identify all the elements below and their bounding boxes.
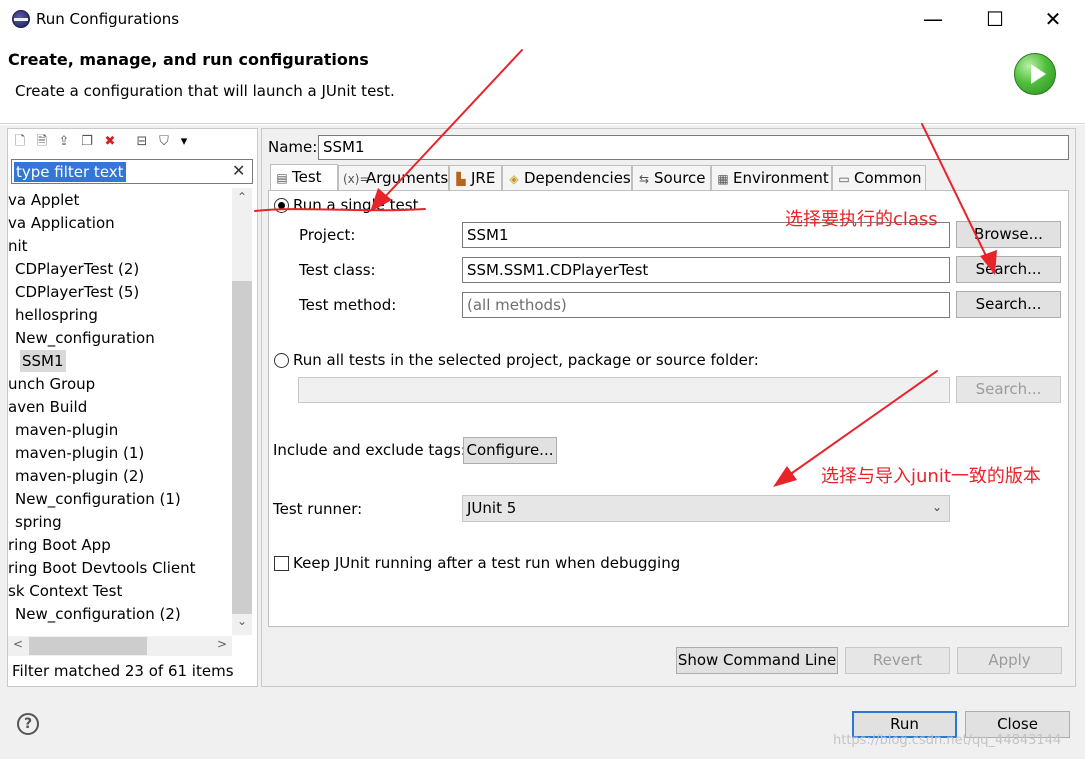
test-method-field[interactable]: (all methods) <box>462 292 950 318</box>
scroll-down-icon[interactable]: ⌄ <box>232 614 252 628</box>
watermark: https://blog.csdn.net/qq_44843144 <box>833 733 1062 748</box>
configuration-list: va Applet va Application nit CDPlayerTest (… <box>8 188 232 635</box>
show-command-line-button[interactable]: Show Command Line <box>676 647 838 674</box>
scroll-left-icon[interactable]: < <box>8 637 28 651</box>
vertical-scroll-thumb[interactable] <box>232 281 252 614</box>
list-item[interactable]: New_configuration (2) <box>15 603 181 625</box>
list-item[interactable]: SSM1 <box>20 350 66 372</box>
chevron-down-icon[interactable]: ⌄ <box>932 500 942 514</box>
list-item[interactable]: maven-plugin (2) <box>15 465 144 487</box>
list-item[interactable]: unch Group <box>8 373 95 395</box>
test-class-field[interactable]: SSM.SSM1.CDPlayerTest <box>462 257 950 283</box>
common-icon: ▭ <box>838 172 850 186</box>
test-icon: ▤ <box>276 171 288 185</box>
browse-button[interactable]: Browse... <box>956 221 1061 248</box>
list-item[interactable]: aven Build <box>8 396 87 418</box>
configure-tags-button[interactable]: Configure... <box>463 437 557 464</box>
tab-environment[interactable]: ▦ Environment <box>711 165 832 190</box>
test-method-label: Test method: <box>299 296 397 314</box>
header-subtitle: Create a configuration that will launch … <box>15 82 395 100</box>
minimize-button[interactable]: — <box>910 4 956 34</box>
tab-dependencies[interactable]: ◈ Dependencies <box>502 165 632 190</box>
list-item[interactable]: hellospring <box>15 304 98 326</box>
revert-button: Revert <box>845 647 950 674</box>
clear-filter-icon[interactable]: ✕ <box>232 161 245 180</box>
list-item[interactable]: va Application <box>8 212 115 234</box>
close-window-button[interactable]: ✕ <box>1030 4 1076 34</box>
all-tests-radio[interactable] <box>274 353 289 368</box>
maximize-button[interactable]: ☐ <box>972 4 1018 34</box>
list-item[interactable]: va Applet <box>8 189 79 211</box>
environment-icon: ▦ <box>717 172 729 186</box>
jre-icon: ▙ <box>456 172 466 186</box>
eclipse-app-icon <box>12 10 30 28</box>
dependencies-icon: ◈ <box>509 172 519 186</box>
test-runner-label: Test runner: <box>273 500 363 518</box>
horizontal-scroll-thumb[interactable] <box>29 637 147 655</box>
tab-arguments[interactable]: (x)=Arguments <box>338 165 449 190</box>
collapse-all-icon[interactable]: ⊟ <box>134 134 150 150</box>
single-test-label[interactable]: Run a single test <box>293 196 418 214</box>
search-method-button[interactable]: Search... <box>956 291 1061 318</box>
name-input[interactable]: SSM1 <box>318 135 1069 160</box>
annotation-class-note: 选择要执行的class <box>785 209 938 230</box>
search-container-button: Search... <box>956 376 1061 403</box>
delete-icon[interactable]: ✖ <box>102 134 118 150</box>
all-tests-container-field <box>298 377 950 403</box>
test-runner-select[interactable]: JUnit 5 <box>462 495 950 522</box>
keep-running-checkbox[interactable] <box>274 556 289 571</box>
keep-running-label[interactable]: Keep JUnit running after a test run when… <box>293 554 680 572</box>
dropdown-icon[interactable]: ▾ <box>176 134 192 150</box>
run-banner-icon <box>1014 53 1056 95</box>
arguments-icon: (x)= <box>343 172 370 186</box>
list-item[interactable]: ring Boot App <box>8 534 111 556</box>
filter-status: Filter matched 23 of 61 items <box>12 662 234 680</box>
header-title: Create, manage, and run configurations <box>8 50 369 69</box>
single-test-radio[interactable] <box>274 198 289 213</box>
apply-button: Apply <box>957 647 1062 674</box>
tab-source[interactable]: ⇆ Source <box>632 165 711 190</box>
tab-jre[interactable]: ▙ JRE <box>449 165 502 190</box>
all-tests-label[interactable]: Run all tests in the selected project, p… <box>293 351 759 369</box>
filter-icon[interactable]: ⛉ <box>156 134 172 150</box>
new-prototype-icon[interactable]: 🗎 <box>34 134 50 150</box>
scroll-up-icon[interactable]: ⌃ <box>232 190 252 204</box>
list-item[interactable]: CDPlayerTest (2) <box>15 258 139 280</box>
help-icon[interactable]: ? <box>17 713 39 735</box>
duplicate-icon[interactable]: ❐ <box>79 134 95 150</box>
list-item[interactable]: maven-plugin (1) <box>15 442 144 464</box>
tab-test[interactable]: ▤ Test <box>270 164 338 191</box>
export-icon[interactable]: ⇪ <box>56 134 72 150</box>
project-label: Project: <box>299 226 356 244</box>
source-icon: ⇆ <box>638 172 650 186</box>
new-config-icon[interactable]: 🗋 <box>12 134 28 150</box>
list-item[interactable]: sk Context Test <box>8 580 122 602</box>
scroll-right-icon[interactable]: > <box>212 637 232 651</box>
list-item[interactable]: nit <box>8 235 28 257</box>
list-item[interactable]: spring <box>15 511 62 533</box>
list-item[interactable]: New_configuration (1) <box>15 488 181 510</box>
filter-input-text[interactable]: type filter text <box>14 162 126 182</box>
list-item[interactable]: New_configuration <box>15 327 155 349</box>
name-label: Name: <box>268 138 318 156</box>
list-item[interactable]: ring Boot Devtools Client <box>8 557 196 579</box>
annotation-junit-note: 选择与导入junit一致的版本 <box>821 466 1041 487</box>
list-item[interactable]: maven-plugin <box>15 419 118 441</box>
test-class-label: Test class: <box>299 261 376 279</box>
list-item[interactable]: CDPlayerTest (5) <box>15 281 139 303</box>
window-title: Run Configurations <box>36 10 180 28</box>
tab-common[interactable]: ▭ Common <box>832 165 926 190</box>
tags-label: Include and exclude tags: <box>273 441 466 459</box>
search-class-button[interactable]: Search... <box>956 256 1061 283</box>
